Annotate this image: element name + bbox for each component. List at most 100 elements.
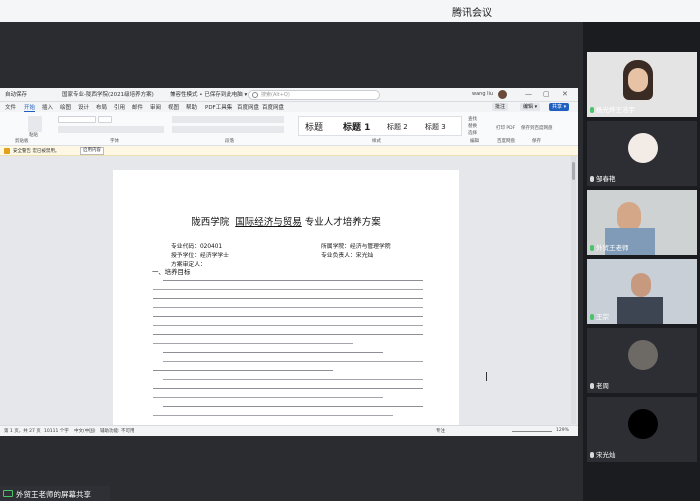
word-count[interactable]: 10111 个字 (44, 428, 69, 434)
scrollbar-thumb[interactable] (572, 162, 575, 180)
search-box[interactable]: 搜索(Alt+Q) (248, 90, 380, 100)
tab-design[interactable]: 设计 (78, 103, 89, 111)
compat-label[interactable]: 兼容性模式 • 已保存到此电脑 ▾ (170, 90, 247, 98)
document-page: 陇西学院 国际经济与贸易 专业人才培养方案 专业代码：020401 所属学院：经… (113, 170, 459, 432)
style-heading-2[interactable]: 标题 2 (387, 122, 408, 132)
paragraph-line (153, 298, 423, 300)
participant-avatar (628, 133, 658, 163)
app-title: 腾讯会议 (452, 8, 492, 19)
enable-content-button[interactable]: 启用内容 (80, 147, 104, 155)
tab-home[interactable]: 开始 (24, 103, 36, 112)
group-editing: 编辑 (470, 139, 479, 144)
paste-icon[interactable] (28, 116, 42, 132)
paragraph-line (153, 415, 393, 417)
minimize-button[interactable]: — (525, 90, 532, 98)
meeting-topbar: 腾讯会议 (0, 0, 700, 22)
tab-mailings[interactable]: 邮件 (132, 103, 143, 111)
styles-gallery[interactable]: 标题 标题 1 标题 2 标题 3 (298, 116, 462, 136)
program-leader: 专业负责人：宋光灿 (321, 253, 374, 259)
ribbon-tabs: 文件 开始 插入 绘图 设计 布局 引用 邮件 审阅 视图 帮助 PDF工具集 … (0, 102, 578, 112)
participant-panel: 杨光烨王浩宇 邹春艳 外贸王老师 王宗 老周 宋光灿 (583, 22, 700, 501)
paragraph-line (153, 343, 353, 345)
open-pdf-button[interactable]: 打印 PDF (496, 125, 515, 131)
paragraph-align-buttons[interactable] (172, 126, 284, 133)
paragraph-list-buttons[interactable] (172, 116, 284, 123)
user-name[interactable]: wang liu (472, 91, 493, 97)
tab-file[interactable]: 文件 (5, 103, 16, 111)
tab-review[interactable]: 审阅 (150, 103, 161, 111)
accessibility[interactable]: 辅助功能: 不可用 (100, 428, 134, 434)
paragraph-line (163, 379, 423, 381)
paragraph-line (163, 361, 423, 363)
restore-button[interactable]: ▢ (543, 90, 550, 98)
microphone-icon (590, 245, 594, 251)
participant-tile[interactable]: 杨光烨王浩宇 (587, 52, 697, 117)
tab-pdf-tools[interactable]: PDF工具集 (205, 103, 232, 111)
save-baidu-button[interactable]: 保存到百度网盘 (521, 125, 553, 131)
tab-help[interactable]: 帮助 (186, 103, 197, 111)
language[interactable]: 中文(中国) (74, 428, 96, 434)
font-name-select[interactable] (58, 116, 96, 123)
group-styles: 样式 (372, 139, 381, 144)
search-placeholder: 搜索(Alt+Q) (261, 92, 290, 98)
close-button[interactable]: ✕ (562, 90, 568, 98)
page-count[interactable]: 第 1 页，共 27 页 (4, 428, 41, 434)
autosave-label[interactable]: 自动保存 (5, 90, 27, 98)
degree: 授予学位：经济学学士 (171, 253, 229, 259)
tab-baidu-1[interactable]: 百度网盘 (237, 103, 259, 111)
zoom-level[interactable]: 129% (556, 428, 569, 433)
group-save: 保存 (532, 139, 541, 144)
participant-name: 王宗 (590, 311, 609, 321)
participant-tile[interactable]: 外贸王老师 (587, 190, 697, 255)
participant-tile[interactable]: 宋光灿 (587, 397, 697, 462)
vertical-scrollbar[interactable] (571, 156, 576, 424)
find-button[interactable]: 查找 (468, 116, 477, 122)
mouse-cursor (486, 372, 487, 381)
microphone-icon (590, 452, 594, 458)
paragraph-line (153, 397, 383, 399)
paragraph-line (153, 307, 423, 309)
status-bar: 第 1 页，共 27 页 10111 个字 中文(中国) 辅助功能: 不可用 专… (0, 425, 578, 436)
search-icon (252, 92, 258, 98)
section-heading: 一、培养目标 (152, 268, 191, 276)
tab-baidu-2[interactable]: 百度网盘 (262, 103, 284, 111)
document-title: 陇西学院 国际经济与贸易 专业人才培养方案 (191, 217, 381, 228)
major-name: 国际经济与贸易 (235, 217, 302, 228)
tab-view[interactable]: 视图 (168, 103, 179, 111)
paragraph-line (153, 325, 423, 327)
college-name: 所属学院：经济与管理学院 (321, 244, 391, 250)
tab-references[interactable]: 引用 (114, 103, 125, 111)
paragraph-line (163, 352, 383, 354)
focus-mode[interactable]: 专注 (436, 428, 445, 434)
editing-button[interactable]: 编辑 ▾ (520, 103, 541, 111)
group-font: 字体 (110, 139, 119, 144)
participant-tile[interactable]: 王宗 (587, 259, 697, 324)
participant-tile[interactable]: 邹春艳 (587, 121, 697, 186)
replace-button[interactable]: 替换 (468, 123, 477, 129)
user-avatar[interactable] (498, 90, 507, 99)
participant-name: 邹春艳 (590, 173, 616, 183)
tab-insert[interactable]: 插入 (42, 103, 53, 111)
select-button[interactable]: 选择 (468, 130, 477, 136)
microphone-icon (590, 107, 594, 113)
paragraph-line (163, 406, 423, 408)
zoom-slider[interactable] (512, 431, 552, 432)
participant-name: 老周 (590, 380, 609, 390)
screen-share-label: 外贸王老师的屏幕共享 (0, 486, 110, 501)
participant-tile[interactable]: 老周 (587, 328, 697, 393)
style-normal-title[interactable]: 标题 (305, 120, 323, 133)
share-button[interactable]: 共享 ▾ (549, 103, 570, 111)
font-size-select[interactable] (98, 116, 112, 123)
document-name: 国家专业-陇西学院(2021级培养方案) (62, 92, 154, 98)
font-format-buttons[interactable] (58, 126, 164, 133)
paragraph-line (153, 316, 423, 318)
major-code: 专业代码：020401 (171, 244, 223, 250)
tab-layout[interactable]: 布局 (96, 103, 107, 111)
paragraph-line (153, 334, 423, 336)
microphone-icon (590, 314, 594, 320)
tab-draw[interactable]: 绘图 (60, 103, 71, 111)
style-heading-3[interactable]: 标题 3 (425, 122, 446, 132)
style-heading-1[interactable]: 标题 1 (343, 120, 370, 133)
comments-button[interactable]: 批注 (492, 103, 509, 111)
participant-avatar (628, 340, 658, 370)
